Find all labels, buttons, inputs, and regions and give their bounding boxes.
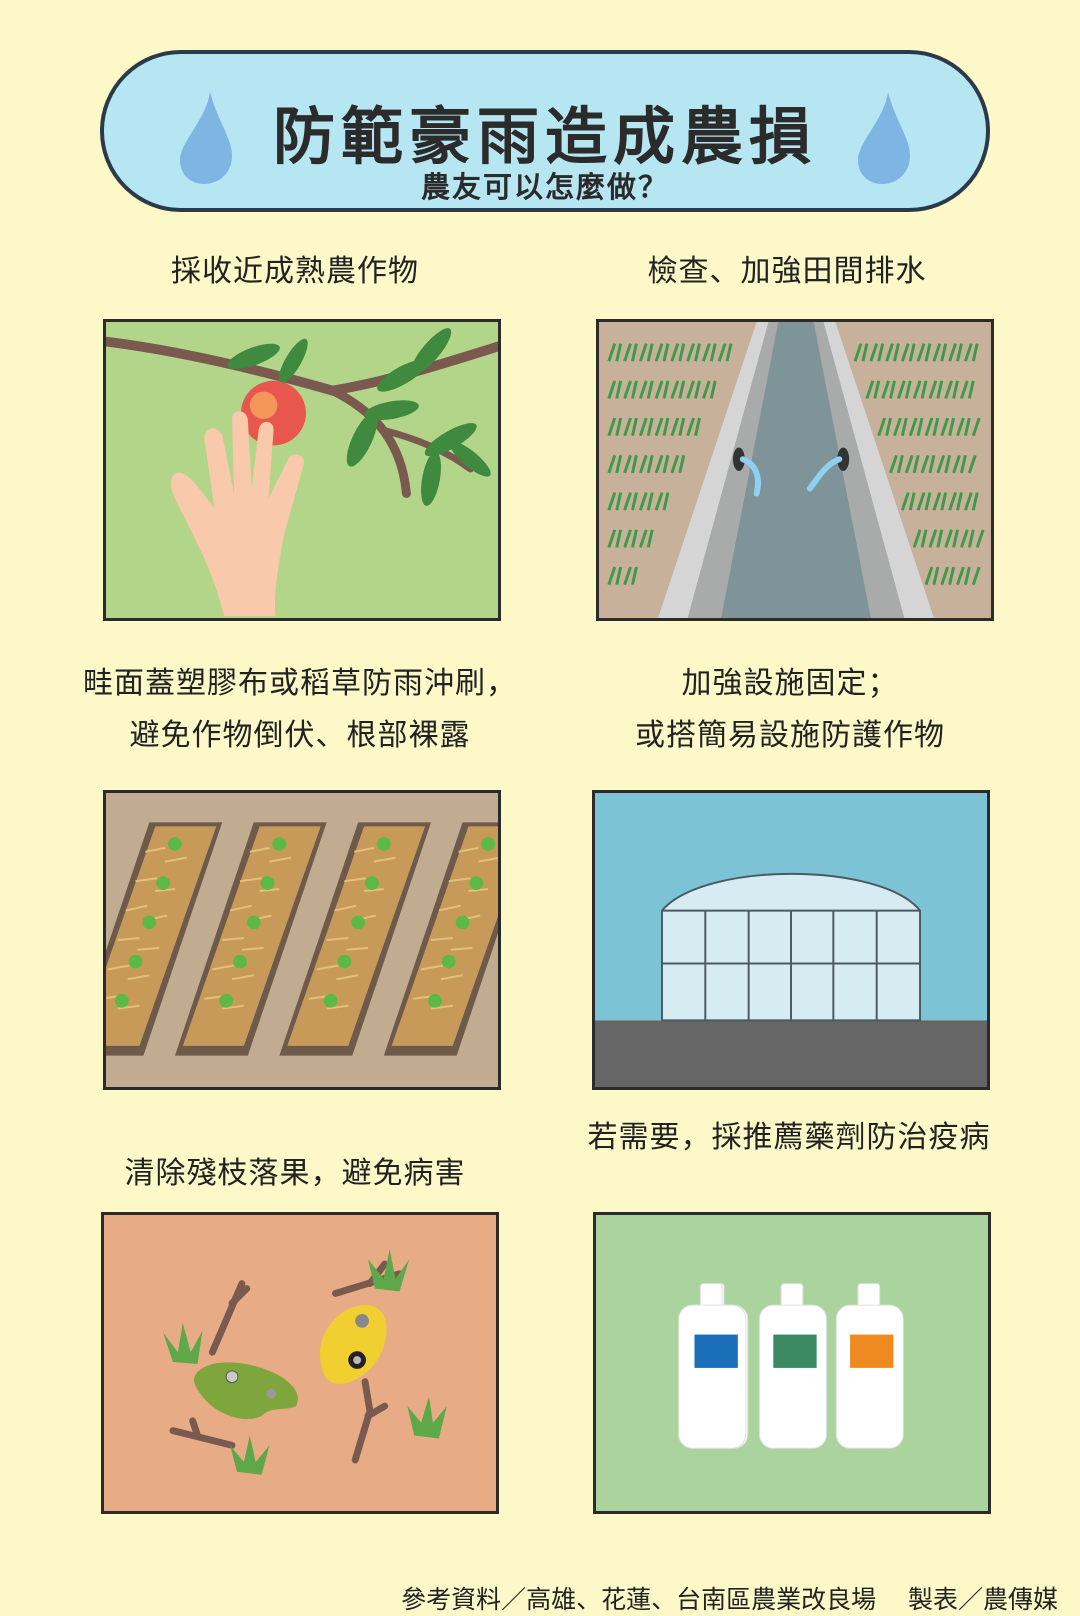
tip-caption: 檢查、加強田間排水	[647, 254, 927, 289]
header-banner: 防範豪雨造成農損 農友可以怎麼做？	[100, 50, 990, 212]
water-drop-icon	[858, 92, 910, 184]
illustration-fallen-fruit-and-branches	[101, 1212, 499, 1514]
tip-caption: 若需要，採推薦藥劑防治疫病	[587, 1120, 991, 1155]
illustration-pesticide-bottles	[593, 1212, 991, 1514]
footer-reference: 參考資料／高雄、花蓮、台南區農業改良場	[401, 1585, 877, 1614]
illustration-greenhouse	[592, 790, 990, 1090]
footer-credits: 參考資料／高雄、花蓮、台南區農業改良場 製表／農傳媒	[401, 1580, 1058, 1616]
footer-producer: 製表／農傳媒	[907, 1585, 1058, 1614]
illustration-drainage-ditch	[596, 319, 994, 621]
tip-caption: 加強設施固定； 或搭簡易設施防護作物	[635, 666, 945, 753]
tip-caption: 採收近成熟農作物	[171, 254, 419, 289]
illustration-straw-mulched-beds	[103, 790, 501, 1090]
tip-caption: 畦面蓋塑膠布或稻草防雨沖刷， 避免作物倒伏、根部裸露	[83, 666, 517, 753]
illustration-hand-picking-fruit	[103, 319, 501, 621]
tip-caption: 清除殘枝落果，避免病害	[124, 1156, 466, 1191]
